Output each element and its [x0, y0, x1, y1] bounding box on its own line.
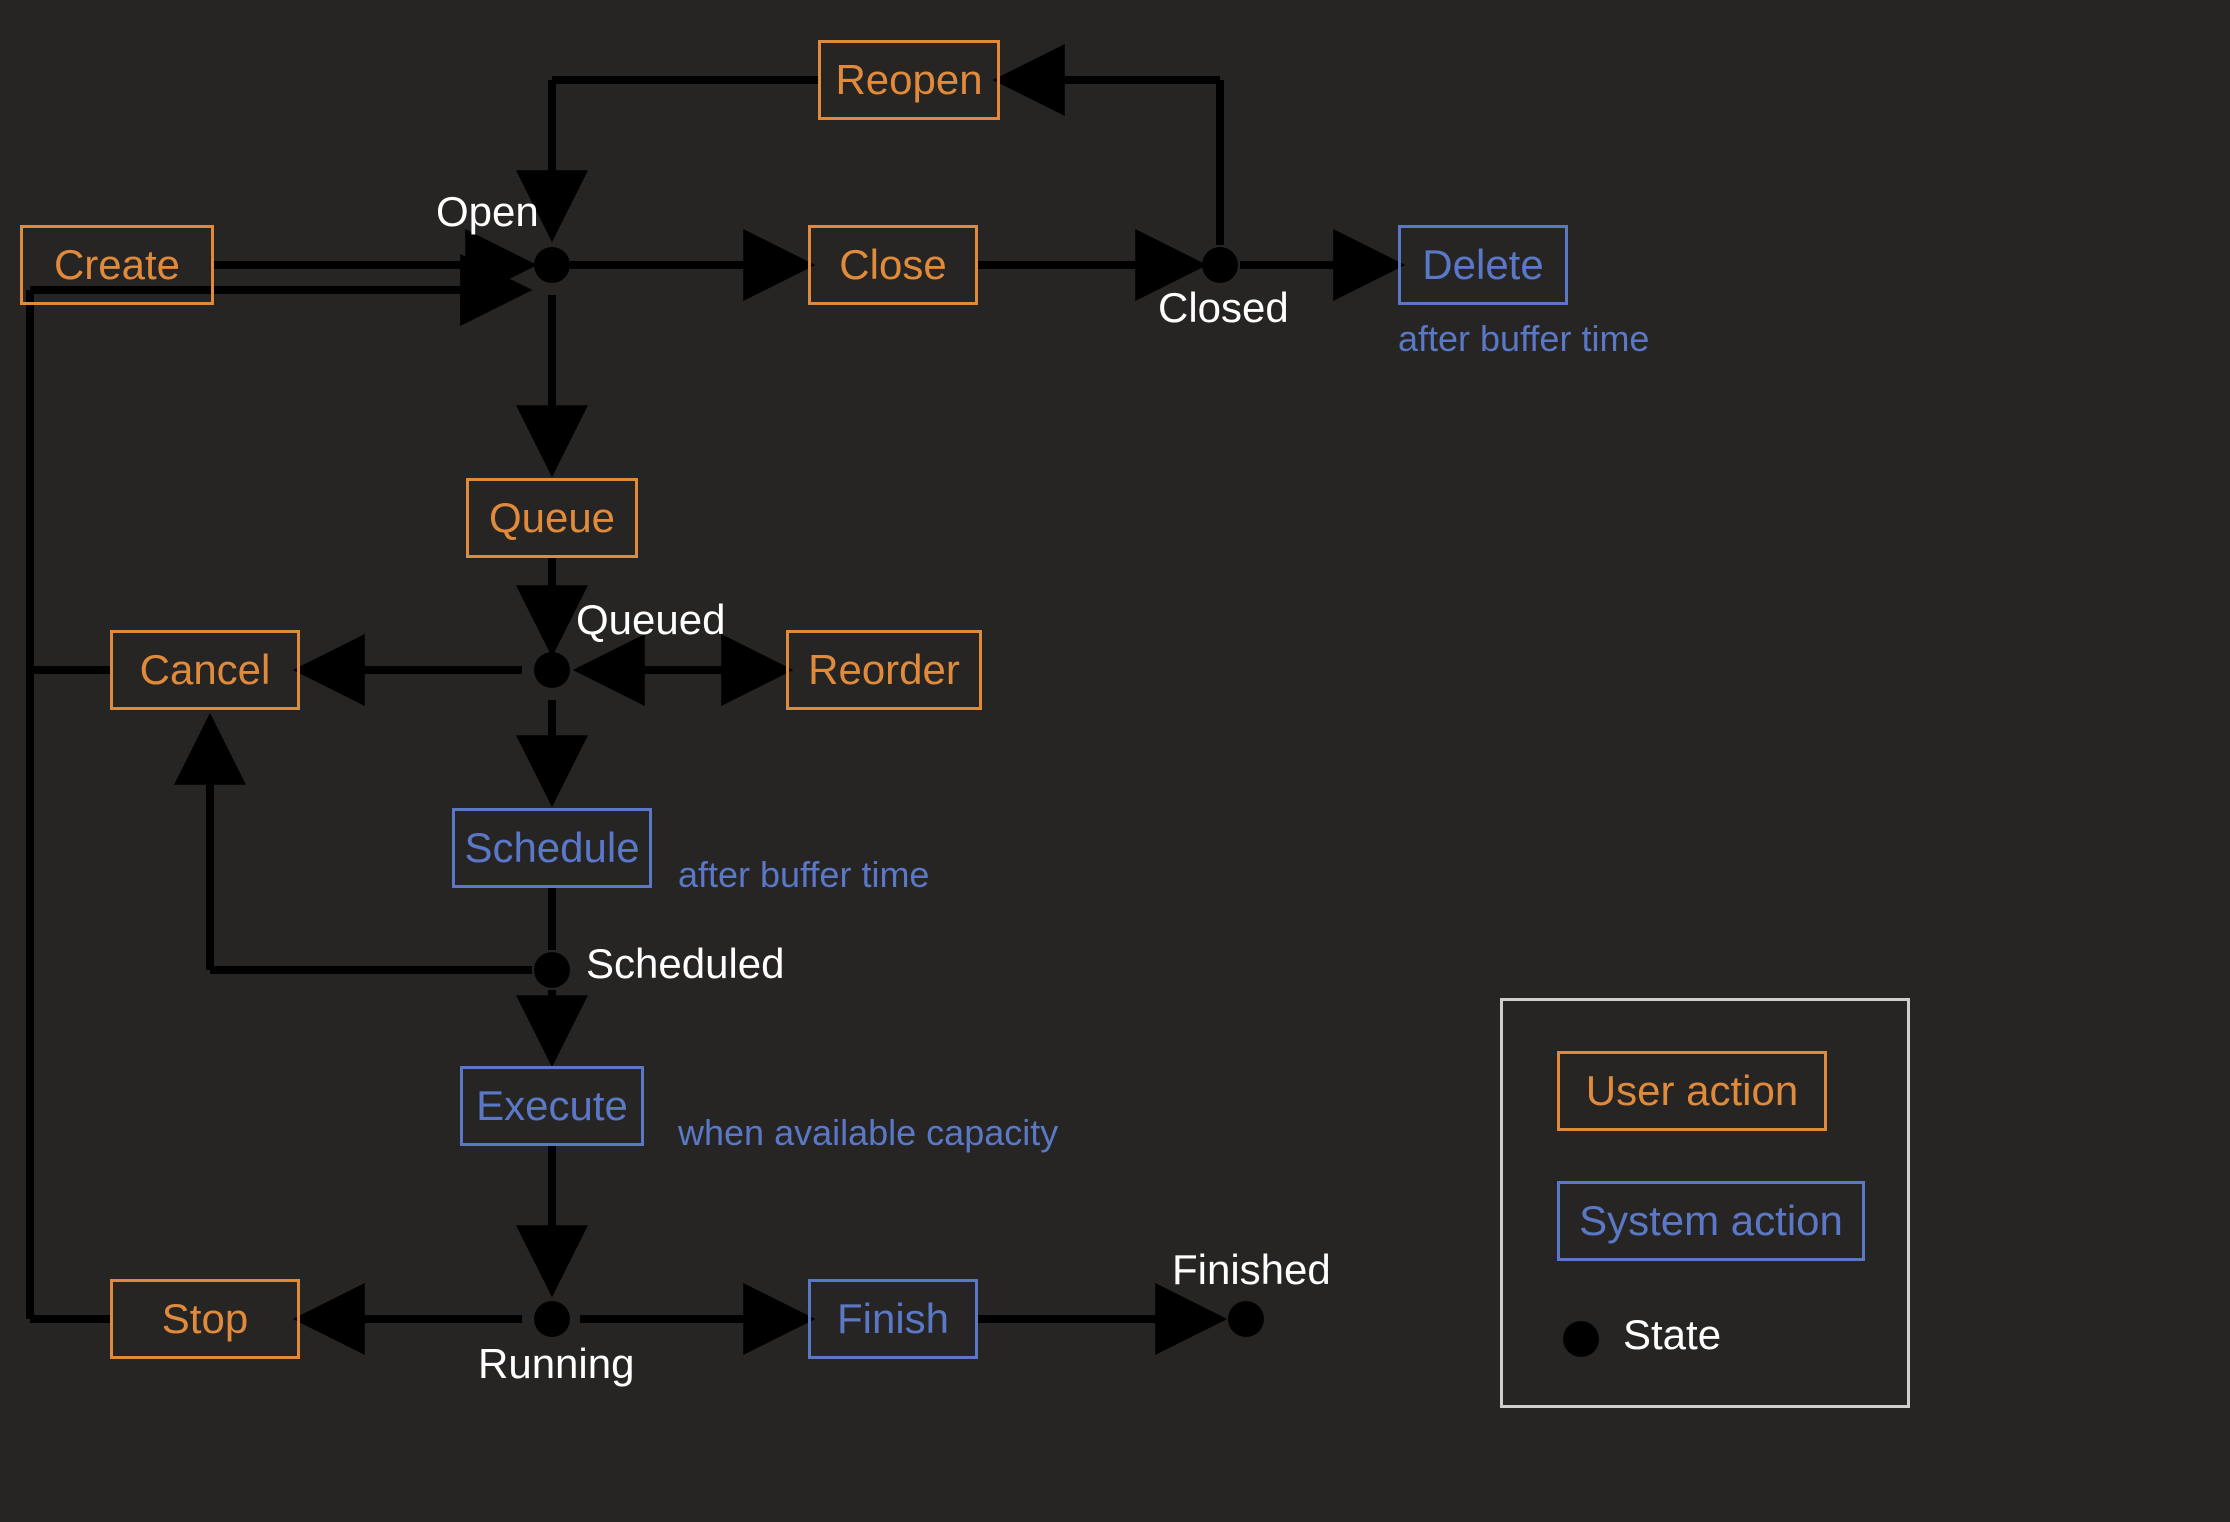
state-open-dot: [534, 247, 570, 283]
state-queued-label: Queued: [576, 596, 725, 644]
action-reopen: Reopen: [818, 40, 1000, 120]
state-finished-dot: [1228, 1301, 1264, 1337]
state-running-dot: [534, 1301, 570, 1337]
state-scheduled-dot: [534, 952, 570, 988]
action-stop: Stop: [110, 1279, 300, 1359]
action-execute: Execute: [460, 1066, 644, 1146]
action-create: Create: [20, 225, 214, 305]
action-finish: Finish: [808, 1279, 978, 1359]
note-delete-after: after buffer time: [1398, 318, 1649, 360]
state-finished-label: Finished: [1172, 1246, 1331, 1294]
legend-system-action: System action: [1557, 1181, 1865, 1261]
state-running-label: Running: [478, 1340, 634, 1388]
note-execute-when: when available capacity: [678, 1112, 1058, 1154]
action-queue: Queue: [466, 478, 638, 558]
action-cancel: Cancel: [110, 630, 300, 710]
action-reorder: Reorder: [786, 630, 982, 710]
state-closed-label: Closed: [1158, 284, 1289, 332]
legend-user-action: User action: [1557, 1051, 1827, 1131]
action-close: Close: [808, 225, 978, 305]
action-delete: Delete: [1398, 225, 1568, 305]
state-open-label: Open: [436, 188, 539, 236]
legend-state-label: State: [1623, 1311, 1721, 1359]
legend-box: User action System action State: [1500, 998, 1910, 1408]
note-schedule-after: after buffer time: [678, 854, 929, 896]
action-schedule: Schedule: [452, 808, 652, 888]
legend-state-dot: [1563, 1321, 1599, 1357]
state-queued-dot: [534, 652, 570, 688]
state-closed-dot: [1202, 247, 1238, 283]
state-scheduled-label: Scheduled: [586, 940, 785, 988]
